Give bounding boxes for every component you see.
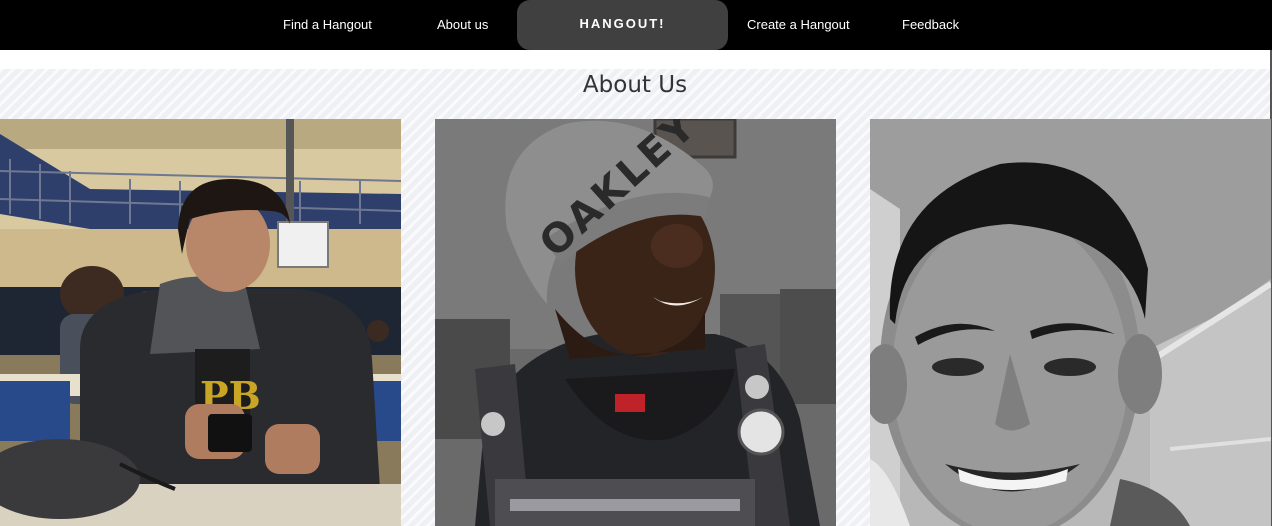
section-title: About Us (582, 72, 688, 98)
nav-find-hangout[interactable]: Find a Hangout (283, 0, 372, 50)
brand-logo-button[interactable]: HANGOUT! (517, 0, 728, 50)
team-photo-1-image: PB (0, 119, 401, 526)
nav-spacer (0, 50, 1272, 69)
nav-feedback[interactable]: Feedback (902, 0, 959, 50)
top-navbar: Find a Hangout About us HANGOUT! Create … (0, 0, 1272, 50)
team-photo-2-image: OAKLEY (435, 119, 836, 526)
nav-about-us[interactable]: About us (437, 0, 488, 50)
nav-create-hangout[interactable]: Create a Hangout (747, 0, 850, 50)
team-photo-1: PB (0, 119, 401, 526)
team-photo-3-image (870, 119, 1271, 526)
team-photo-3 (870, 119, 1271, 526)
team-photo-2: OAKLEY (435, 119, 836, 526)
